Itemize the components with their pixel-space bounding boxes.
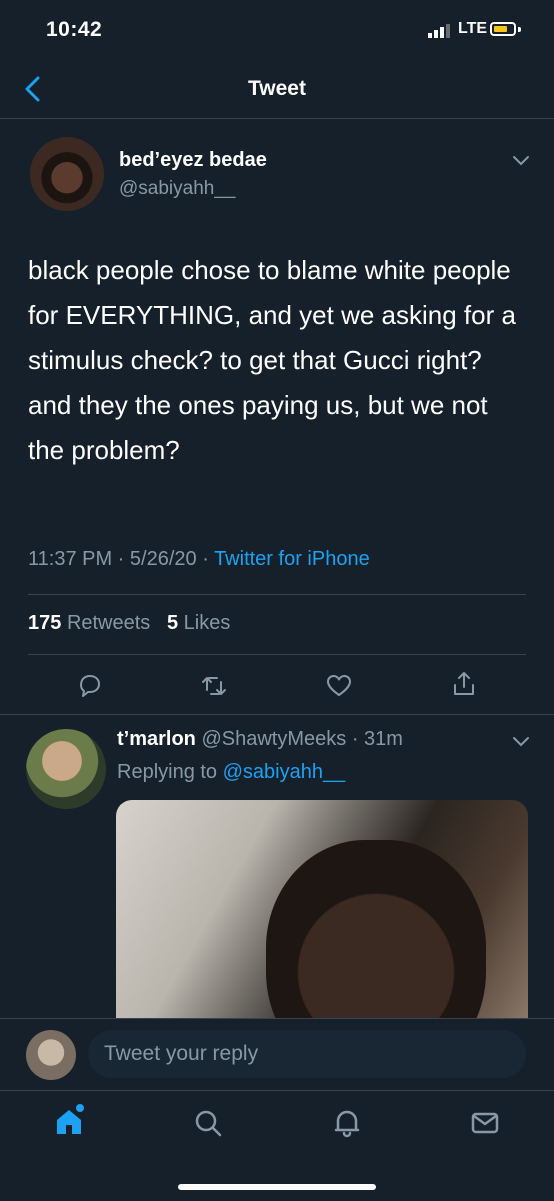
tweet-meta: 11:37 PM · 5/26/20 · Twitter for iPhone (28, 548, 370, 571)
new-content-indicator (76, 1104, 84, 1112)
page-title: Tweet (248, 77, 306, 100)
divider (28, 594, 526, 595)
reply-header: t’marlon @ShawtyMeeks · 31m (117, 728, 403, 751)
reply-author-name[interactable]: t’marlon (117, 728, 196, 750)
reply-separator: · (346, 728, 365, 750)
retweet-icon[interactable] (200, 672, 228, 700)
messages-icon[interactable] (468, 1106, 502, 1140)
tweet-stats: 175 Retweets 5 Likes (28, 612, 230, 635)
media-face-shape (266, 840, 486, 1020)
author-avatar[interactable] (30, 137, 104, 211)
reply-author-avatar[interactable] (26, 729, 106, 809)
tweet-text: black people chose to blame white people… (28, 255, 516, 465)
chevron-down-icon[interactable] (512, 735, 530, 747)
meta-separator: · (196, 548, 215, 570)
likes-label: Likes (183, 612, 231, 634)
retweets-label: Retweets (66, 612, 151, 634)
retweets-stat[interactable]: 175 Retweets (28, 612, 150, 634)
replying-prefix: Replying to (117, 761, 223, 783)
meta-separator: · (112, 548, 130, 570)
share-icon[interactable] (450, 670, 478, 698)
likes-count: 5 (166, 612, 179, 634)
signal-icon (428, 24, 454, 38)
author-handle[interactable]: @sabiyahh__ (119, 178, 235, 200)
divider (0, 714, 554, 715)
tweet-source-link[interactable]: Twitter for iPhone (214, 548, 370, 570)
tweet-time: 11:37 PM (28, 548, 113, 570)
reply-icon[interactable] (76, 672, 104, 700)
like-icon[interactable] (325, 672, 353, 700)
battery-tip (518, 27, 521, 32)
reply-age: 31m (364, 728, 403, 750)
replying-handle-link[interactable]: @sabiyahh__ (223, 761, 346, 783)
tweet-date: 5/26/20 (129, 548, 197, 570)
home-indicator (178, 1184, 376, 1190)
replying-to: Replying to @sabiyahh__ (117, 761, 345, 784)
notifications-icon[interactable] (330, 1106, 364, 1140)
chevron-down-icon[interactable] (512, 154, 530, 166)
retweets-count: 175 (28, 612, 62, 634)
author-name[interactable]: bed’eyez bedae (119, 149, 267, 172)
divider (28, 654, 526, 655)
network-label: LTE (458, 20, 488, 37)
status-time: 10:42 (46, 18, 103, 41)
search-icon[interactable] (191, 1106, 225, 1140)
reply-input[interactable]: Tweet your reply (88, 1030, 526, 1078)
battery-icon (490, 22, 516, 36)
reply-author-handle[interactable]: @ShawtyMeeks (201, 728, 346, 750)
reply-media-image[interactable] (116, 800, 528, 1020)
likes-stat[interactable]: 5 Likes (167, 612, 230, 634)
my-avatar (26, 1030, 76, 1080)
